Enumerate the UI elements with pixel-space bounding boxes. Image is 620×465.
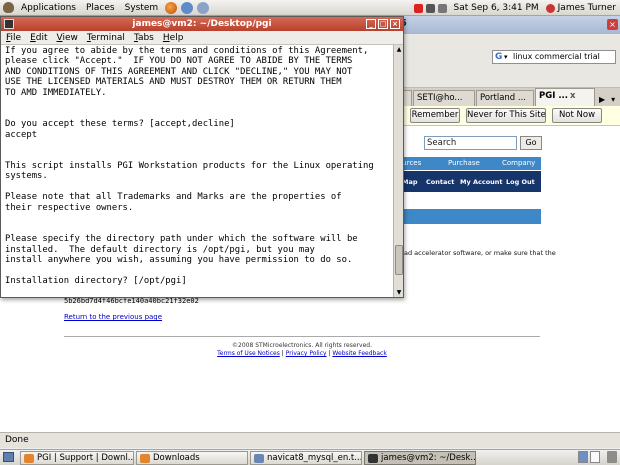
scroll-up-icon[interactable]: ▲ xyxy=(395,45,403,54)
task-firefox-pgi[interactable]: PGI | Support | Downl... xyxy=(20,451,134,465)
site-go-button[interactable]: Go xyxy=(520,136,542,150)
terminal-menubar: File Edit View Terminal Tabs Help xyxy=(1,31,403,45)
web-search-box[interactable]: G ▾ linux commercial trial xyxy=(492,50,616,64)
tab-scroll-right-icon[interactable]: ▶ xyxy=(596,95,608,106)
clock[interactable]: Sat Sep 6, 3:41 PM xyxy=(454,3,539,13)
task-downloads[interactable]: Downloads xyxy=(136,451,248,465)
page-side-text: ad accelerator software, or make sure th… xyxy=(404,249,556,257)
applications-menu[interactable]: Applications xyxy=(16,3,81,13)
tab-label: PGI ... xyxy=(539,91,569,101)
menu-edit[interactable]: Edit xyxy=(25,33,51,43)
firefox-tab-strip: SETI@ho... Portland ... PGI ... x ▶ ▾ xyxy=(400,88,620,106)
system-tray: Sat Sep 6, 3:41 PM James Turner xyxy=(413,0,620,16)
menu-help[interactable]: Help xyxy=(158,33,188,43)
tab-list-dropdown-icon[interactable]: ▾ xyxy=(608,95,618,106)
firefox-close-icon[interactable]: × xyxy=(607,19,618,30)
md5-hash: 5b26bd7d4f46bcfe140a40bc21f32e02 xyxy=(64,297,199,305)
never-for-site-button[interactable]: Never for This Site xyxy=(466,108,546,123)
terms-link[interactable]: Terms of Use Notices xyxy=(217,350,280,357)
mail-launcher-icon[interactable] xyxy=(181,1,194,14)
update-notifier-icon[interactable] xyxy=(413,3,423,13)
nav-my-account-link[interactable]: My Account xyxy=(460,178,503,186)
user-name[interactable]: James Turner xyxy=(558,3,616,13)
status-bar: Done xyxy=(0,432,620,448)
workspace-1[interactable] xyxy=(578,451,588,463)
network-icon[interactable] xyxy=(425,3,435,13)
maximize-icon[interactable]: □ xyxy=(378,19,388,29)
privacy-link[interactable]: Privacy Policy xyxy=(286,350,327,357)
section-header-bar xyxy=(404,209,541,224)
task-navicat[interactable]: navicat8_mysql_en.t... xyxy=(250,451,362,465)
task-label: navicat8_mysql_en.t... xyxy=(267,453,362,463)
tab-label: SETI@ho... xyxy=(417,93,463,103)
downloads-task-icon xyxy=(140,454,150,463)
site-nav-top: ources Purchase Company xyxy=(390,157,541,170)
archive-task-icon xyxy=(254,454,264,463)
top-panel: Applications Places System Sat Sep 6, 3:… xyxy=(0,0,620,16)
scroll-down-icon[interactable]: ▼ xyxy=(395,288,403,297)
tab-pgi[interactable]: PGI ... x xyxy=(535,88,595,106)
volume-icon[interactable] xyxy=(437,3,447,13)
workspace-2[interactable] xyxy=(590,451,600,463)
firefox-navbar: G ▾ linux commercial trial xyxy=(400,50,620,88)
web-search-text: linux commercial trial xyxy=(513,52,600,61)
nav-log-out-link[interactable]: Log Out xyxy=(506,178,535,186)
remember-button[interactable]: Remember xyxy=(410,108,460,123)
close-icon[interactable]: × xyxy=(390,19,400,29)
nav-map-link[interactable]: Map xyxy=(402,178,418,186)
trash-icon[interactable] xyxy=(607,451,617,463)
places-menu[interactable]: Places xyxy=(81,3,120,13)
gnome-foot-icon[interactable] xyxy=(3,2,14,13)
not-now-button[interactable]: Not Now xyxy=(552,108,602,123)
bottom-panel: PGI | Support | Downl... Downloads navic… xyxy=(0,449,620,465)
google-engine-icon[interactable]: G xyxy=(495,52,502,62)
tab-label: Portland ... xyxy=(480,93,527,103)
menu-view[interactable]: View xyxy=(52,33,82,43)
show-desktop-icon[interactable] xyxy=(3,452,14,462)
site-nav-bottom: Map Contact My Account Log Out xyxy=(390,171,541,192)
tab-portland[interactable]: Portland ... xyxy=(476,90,534,106)
terminal-window[interactable]: james@vm2: ~/Desktop/pgi _ □ × File Edit… xyxy=(0,16,404,298)
nav-company-link[interactable]: Company xyxy=(502,159,535,167)
terminal-title: james@vm2: ~/Desktop/pgi xyxy=(132,19,272,29)
terminal-task-icon xyxy=(368,454,378,463)
menu-terminal[interactable]: Terminal xyxy=(82,33,129,43)
search-engine-dropdown-icon[interactable]: ▾ xyxy=(504,51,508,63)
power-icon[interactable] xyxy=(545,3,555,13)
menu-tabs[interactable]: Tabs xyxy=(129,33,158,43)
copyright-text: ©2008 STMicroelectronics. All rights res… xyxy=(232,342,372,349)
firefox-task-icon xyxy=(24,454,34,463)
nav-contact-link[interactable]: Contact xyxy=(426,178,454,186)
menu-file[interactable]: File xyxy=(1,33,25,43)
task-label: james@vm2: ~/Desk... xyxy=(381,453,476,463)
footer-divider xyxy=(64,336,540,337)
minimize-icon[interactable]: _ xyxy=(366,19,376,29)
tab-seti[interactable]: SETI@ho... xyxy=(413,90,475,106)
terminal-output[interactable]: If you agree to abide by the terms and c… xyxy=(3,46,393,297)
system-menu[interactable]: System xyxy=(120,3,164,13)
scrollbar-thumb[interactable] xyxy=(395,245,403,275)
terminal-scrollbar[interactable]: ▲ ▼ xyxy=(393,45,403,297)
firefox-launcher-icon[interactable] xyxy=(165,1,178,14)
firefox-menubar xyxy=(400,34,620,50)
tab-close-icon[interactable]: x xyxy=(570,91,575,101)
task-label: PGI | Support | Downl... xyxy=(37,453,134,463)
password-notification-bar: Remember Never for This Site Not Now xyxy=(400,106,620,126)
terminal-app-icon[interactable] xyxy=(4,19,14,29)
firefox-titlebar: 5 × xyxy=(400,16,620,34)
help-launcher-icon[interactable] xyxy=(197,1,210,14)
task-terminal[interactable]: james@vm2: ~/Desk... xyxy=(364,451,476,465)
footer-links: Terms of Use Notices | Privacy Policy | … xyxy=(217,350,387,357)
task-label: Downloads xyxy=(153,453,200,463)
feedback-link[interactable]: Website Feedback xyxy=(332,350,386,357)
nav-purchase-link[interactable]: Purchase xyxy=(448,159,480,167)
return-previous-link[interactable]: Return to the previous page xyxy=(64,313,162,321)
terminal-titlebar[interactable]: james@vm2: ~/Desktop/pgi _ □ × xyxy=(1,17,403,31)
site-search-input[interactable]: Search xyxy=(424,136,517,150)
